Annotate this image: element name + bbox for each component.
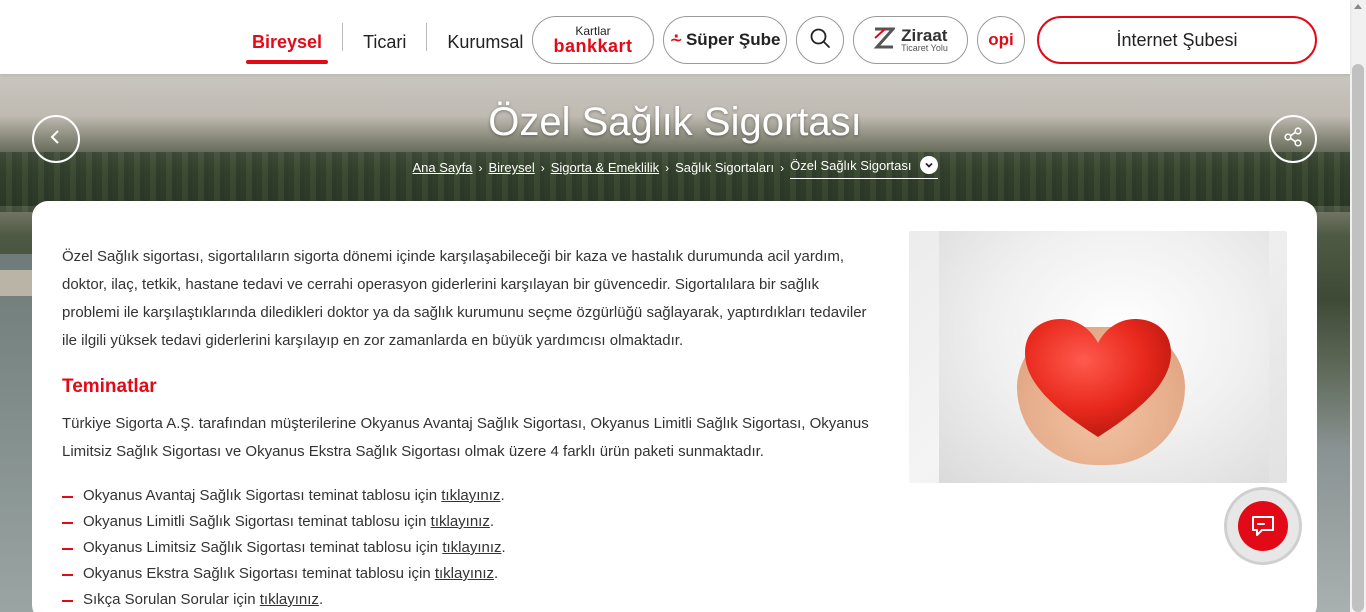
breadcrumb: Ana Sayfa › Bireysel › Sigorta & Emeklil… <box>0 156 1350 179</box>
share-icon <box>1282 126 1304 153</box>
scrollbar-thumb[interactable] <box>1352 64 1364 612</box>
bankkart-button[interactable]: Kartlar bankkart <box>532 16 654 64</box>
ziraat-ticaret-yolu-button[interactable]: Ziraat Ticaret Yolu <box>853 16 968 64</box>
heart-icon <box>1025 319 1171 437</box>
tiklayiniz-link[interactable]: tıklayınız <box>442 539 501 556</box>
hero-building <box>0 270 34 296</box>
breadcrumb-bireysel[interactable]: Bireysel <box>488 160 534 175</box>
chat-icon <box>1238 501 1288 551</box>
super-sube-label: Süper Şube <box>685 30 781 49</box>
ziraat-label: Ziraat <box>901 26 948 45</box>
chevron-left-icon <box>47 128 65 151</box>
super-sube-icon: ⩪ <box>669 32 683 49</box>
main-nav: Bireysel Ticari Kurumsal <box>232 0 543 74</box>
nav-kurumsal[interactable]: Kurumsal <box>427 0 543 74</box>
site-header: Bireysel Ticari Kurumsal Kartlar bankkar… <box>0 0 1350 74</box>
heart-hands-image <box>909 231 1287 483</box>
list-item: Okyanus Avantaj Sağlık Sigortası teminat… <box>62 483 506 509</box>
tiklayiniz-link[interactable]: tıklayınız <box>260 591 319 608</box>
list-item: Okyanus Limitsiz Sağlık Sigortası temina… <box>62 535 506 561</box>
chevron-right-icon: › <box>478 160 483 175</box>
section-title-teminatlar: Teminatlar <box>62 376 157 397</box>
tiklayiniz-link[interactable]: tıklayınız <box>431 513 490 530</box>
share-button[interactable] <box>1269 115 1317 163</box>
chevron-right-icon: › <box>540 160 545 175</box>
chevron-right-icon: › <box>780 160 785 175</box>
tiklayiniz-link[interactable]: tıklayınız <box>435 565 494 582</box>
list-item: Sıkça Sorulan Sorular için tıklayınız. <box>62 587 506 612</box>
search-button[interactable] <box>796 16 844 64</box>
nav-ticari[interactable]: Ticari <box>343 0 426 74</box>
teminatlar-paragraph: Türkiye Sigorta A.Ş. tarafından müşteril… <box>62 415 869 460</box>
breadcrumb-current-dropdown[interactable]: Özel Sağlık Sigortası <box>790 156 938 179</box>
teminat-list: Okyanus Avantaj Sağlık Sigortası teminat… <box>62 483 506 612</box>
bankkart-logo: bankkart <box>553 36 633 56</box>
chevron-down-icon <box>919 156 938 174</box>
nav-bireysel[interactable]: Bireysel <box>232 0 342 74</box>
list-item: Okyanus Limitli Sağlık Sigortası teminat… <box>62 509 506 535</box>
chat-button[interactable] <box>1224 487 1302 565</box>
internet-subesi-button[interactable]: İnternet Şubesi <box>1037 16 1317 64</box>
intro-paragraph: Özel Sağlık sigortası, sigortalıların si… <box>62 248 867 349</box>
ziraat-sub-label: Ticaret Yolu <box>901 43 948 53</box>
breadcrumb-current-label: Özel Sağlık Sigortası <box>790 157 912 173</box>
opi-logo: opi <box>988 30 1014 49</box>
breadcrumb-saglik-sigortalari: Sağlık Sigortaları <box>675 160 775 175</box>
tiklayiniz-link[interactable]: tıklayınız <box>441 487 500 504</box>
list-item: Okyanus Ekstra Sağlık Sigortası teminat … <box>62 561 506 587</box>
ziraat-logo-icon <box>873 26 897 54</box>
content-card: Özel Sağlık sigortası, sigortalıların si… <box>32 201 1317 612</box>
breadcrumb-ana-sayfa[interactable]: Ana Sayfa <box>412 160 472 175</box>
chevron-right-icon: › <box>665 160 670 175</box>
page-scrollbar[interactable] <box>1350 0 1366 612</box>
back-button[interactable] <box>32 115 80 163</box>
breadcrumb-sigorta-emeklilik[interactable]: Sigorta & Emeklilik <box>551 160 659 175</box>
scroll-up-icon[interactable] <box>1354 4 1362 9</box>
super-sube-button[interactable]: ⩪ Süper Şube <box>663 16 787 64</box>
opi-button[interactable]: opi <box>977 16 1025 64</box>
page-title: Özel Sağlık Sigortası <box>488 100 862 144</box>
search-icon <box>809 27 831 54</box>
